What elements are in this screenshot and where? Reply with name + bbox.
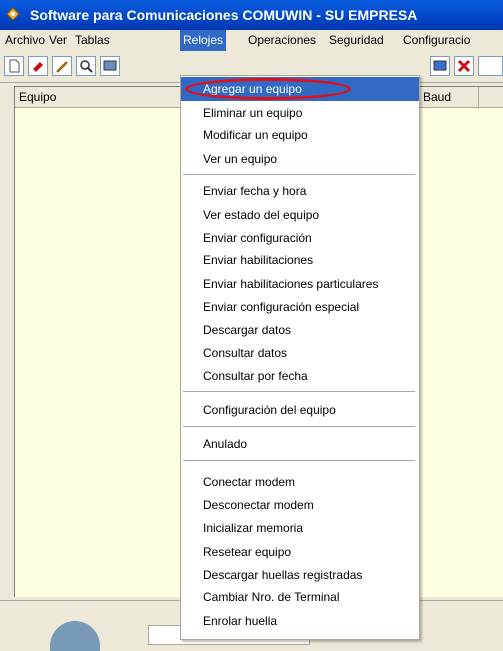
menu-separator [183,174,415,175]
menu-item-enviar-configuracion[interactable]: Enviar configuración [181,226,419,250]
delete-icon [457,59,471,73]
menu-item-anulado[interactable]: Anulado [181,432,419,456]
menu-ver[interactable]: Ver [46,30,70,51]
menu-item-resetear-equipo[interactable]: Resetear equipo [181,540,419,564]
menu-item-modificar-equipo[interactable]: Modificar un equipo [181,123,419,147]
menu-item-enviar-fecha-hora[interactable]: Enviar fecha y hora [181,179,419,203]
menu-item-configuracion-equipo[interactable]: Configuración del equipo [181,398,419,422]
search-icon [80,60,93,73]
menu-configuracion[interactable]: Configuracio [400,30,473,51]
menu-item-consultar-datos[interactable]: Consultar datos [181,341,419,365]
menu-item-agregar-equipo[interactable]: Agregar un equipo [181,77,419,101]
menu-item-enviar-habilitaciones[interactable]: Enviar habilitaciones [181,248,419,272]
menu-bar: Archivo Ver Tablas Relojes Operaciones S… [0,30,503,51]
menu-item-enviar-habilitaciones-particulares[interactable]: Enviar habilitaciones particulares [181,272,419,296]
relojes-dropdown-menu: Agregar un equipo Eliminar un equipo Mod… [180,75,420,640]
edit-button[interactable] [52,56,72,76]
monitor-icon [433,60,447,71]
menu-operaciones[interactable]: Operaciones [245,30,319,51]
menu-item-enrolar-huella[interactable]: Enrolar huella [181,609,419,633]
menu-archivo[interactable]: Archivo [2,30,48,51]
menu-separator [183,391,415,392]
column-header-equipo[interactable]: Equipo [15,87,185,107]
menu-item-cambiar-nro-terminal[interactable]: Cambiar Nro. de Terminal [181,585,419,609]
screen-button[interactable] [100,56,120,76]
menu-item-inicializar-memoria[interactable]: Inicializar memoria [181,516,419,540]
screen-icon [103,60,117,71]
menu-seguridad[interactable]: Seguridad [326,30,387,51]
erase-button[interactable] [28,56,48,76]
delete-button[interactable] [454,56,474,76]
eraser-icon [33,62,43,72]
title-bar[interactable]: Software para Comunicaciones COMUWIN - S… [0,0,503,30]
app-icon [6,7,20,21]
pencil-icon [56,61,68,73]
new-icon [9,59,20,73]
new-button[interactable] [4,56,24,76]
menu-item-eliminar-equipo[interactable]: Eliminar un equipo [181,101,419,125]
menu-separator [183,426,415,427]
menu-relojes[interactable]: Relojes [180,30,227,51]
menu-item-ver-estado[interactable]: Ver estado del equipo [181,203,419,227]
search-button[interactable] [76,56,96,76]
menu-item-consultar-por-fecha[interactable]: Consultar por fecha [181,364,419,388]
menu-item-conectar-modem[interactable]: Conectar modem [181,470,419,494]
window-title: Software para Comunicaciones COMUWIN - S… [30,7,418,23]
device-icon [50,621,100,651]
toolbar-overflow-button[interactable] [478,56,503,76]
menu-item-descargar-huellas[interactable]: Descargar huellas registradas [181,563,419,587]
menu-item-ver-equipo[interactable]: Ver un equipo [181,147,419,171]
monitor-button[interactable] [430,56,450,76]
column-header-baud[interactable]: Baud [419,87,479,107]
menu-item-descargar-datos[interactable]: Descargar datos [181,318,419,342]
menu-tablas[interactable]: Tablas [72,30,113,51]
menu-item-enviar-configuracion-especial[interactable]: Enviar configuración especial [181,295,419,319]
menu-separator [183,460,415,461]
menu-item-desconectar-modem[interactable]: Desconectar modem [181,493,419,517]
